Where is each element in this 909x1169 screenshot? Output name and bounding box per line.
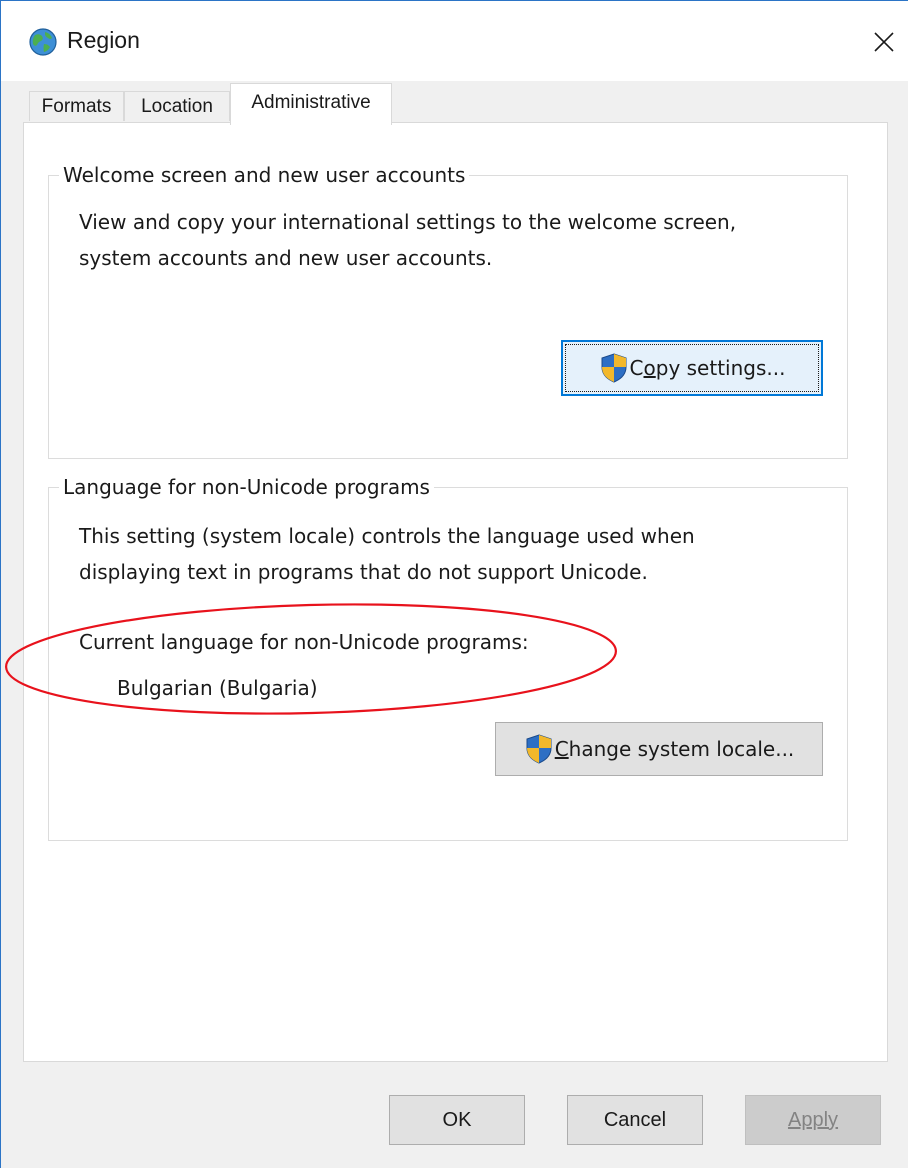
welcome-description-line-1: View and copy your international setting… xyxy=(79,210,737,234)
tab-administrative[interactable]: Administrative xyxy=(230,83,392,125)
focus-rectangle xyxy=(565,344,819,392)
title-bar[interactable]: Region xyxy=(1,1,908,81)
non-unicode-group: Language for non-Unicode programs This s… xyxy=(48,473,848,841)
tab-formats[interactable]: Formats xyxy=(29,91,124,121)
change-system-locale-button[interactable]: Change system locale... xyxy=(495,722,823,776)
current-language-label: Current language for non-Unicode program… xyxy=(79,630,529,654)
close-button[interactable] xyxy=(861,19,907,65)
apply-label: Apply xyxy=(787,1108,839,1131)
non-unicode-description-line-1: This setting (system locale) controls th… xyxy=(79,524,695,548)
non-unicode-group-title: Language for non-Unicode programs xyxy=(59,473,434,501)
welcome-screen-group: Welcome screen and new user accounts Vie… xyxy=(48,161,848,459)
globe-icon xyxy=(29,28,57,56)
tab-location[interactable]: Location xyxy=(124,91,230,121)
window-title: Region xyxy=(67,27,140,53)
cancel-button[interactable]: Cancel xyxy=(567,1095,703,1145)
administrative-panel: Welcome screen and new user accounts Vie… xyxy=(23,122,888,1062)
ok-button[interactable]: OK xyxy=(389,1095,525,1145)
current-language-value: Bulgarian (Bulgaria) xyxy=(117,676,318,700)
close-icon xyxy=(874,32,894,52)
uac-shield-icon xyxy=(526,734,552,764)
region-dialog: Region Formats Location Administrative W… xyxy=(0,0,908,1168)
welcome-group-title: Welcome screen and new user accounts xyxy=(59,161,470,189)
welcome-description: View and copy your international setting… xyxy=(79,204,736,276)
non-unicode-description: This setting (system locale) controls th… xyxy=(79,518,695,590)
welcome-description-line-2: system accounts and new user accounts. xyxy=(79,246,493,270)
change-system-locale-label: Change system locale... xyxy=(554,737,795,761)
copy-settings-button[interactable]: Copy settings... xyxy=(561,340,823,396)
apply-button[interactable]: Apply xyxy=(745,1095,881,1145)
non-unicode-description-line-2: displaying text in programs that do not … xyxy=(79,560,648,584)
